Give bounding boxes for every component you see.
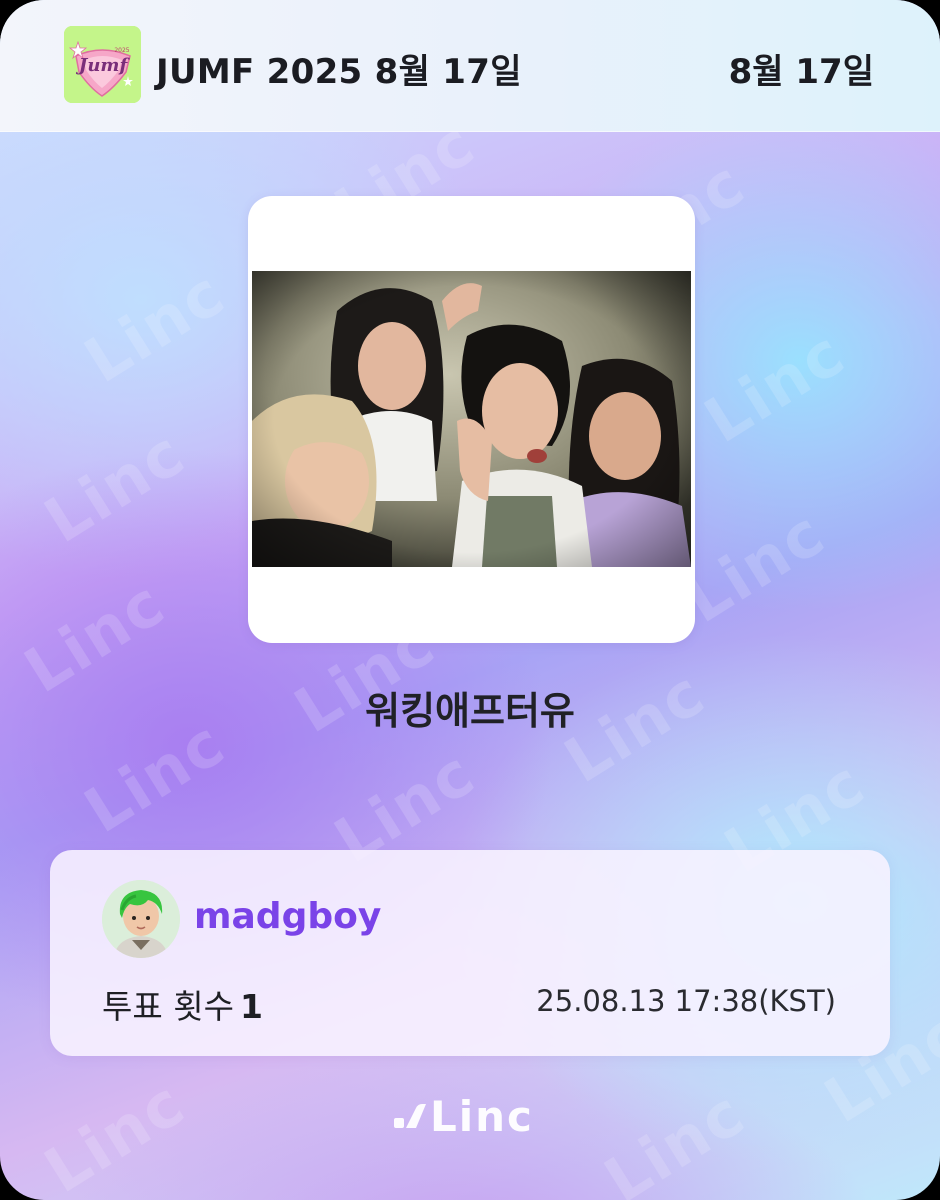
vote-count-value: 1 [239, 987, 263, 1026]
watermark: Linc [692, 315, 858, 458]
artist-photo-frame [248, 196, 695, 643]
vote-certificate-card: Linc Linc Linc Linc Linc Linc Linc Linc … [0, 0, 940, 1200]
jumf-logo-icon: Jumf 2025 [64, 26, 141, 103]
header-bar: Jumf 2025 JUMF 2025 8월 17일 8월 17일 [0, 0, 940, 132]
watermark: Linc [32, 1065, 198, 1200]
vote-info-card: madgboy 투표 횟수 1 25.08.13 17:38(KST) [50, 850, 890, 1056]
svg-text:2025: 2025 [114, 47, 129, 54]
svg-text:Jumf: Jumf [76, 55, 131, 76]
vote-count-label: 투표 횟수 [102, 987, 234, 1026]
linc-footer-logo: Linc [392, 1092, 552, 1142]
watermark: Linc [32, 415, 198, 558]
vote-timestamp: 25.08.13 17:38(KST) [536, 984, 836, 1018]
watermark: Linc [72, 255, 238, 398]
linc-brand-text: Linc [430, 1092, 534, 1141]
watermark: Linc [672, 495, 838, 638]
event-title: JUMF 2025 8월 17일 [156, 52, 522, 92]
linc-logo-icon [394, 1104, 426, 1128]
watermark: Linc [592, 1075, 758, 1200]
artist-name: 워킹애프터유 [365, 689, 575, 733]
username: madgboy [194, 896, 382, 937]
vote-count: 투표 횟수 1 [102, 980, 263, 1028]
event-date: 8월 17일 [728, 52, 874, 92]
artist-group-photo [252, 271, 691, 567]
user-avatar-icon [102, 880, 180, 958]
